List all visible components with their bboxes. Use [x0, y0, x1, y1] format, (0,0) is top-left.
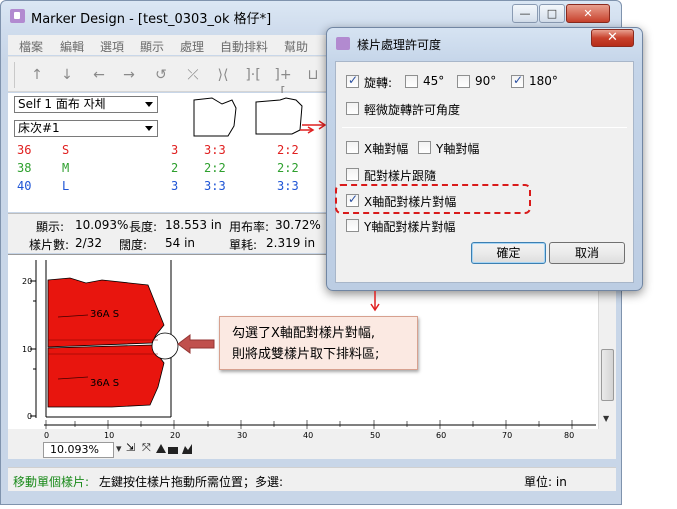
callout-arrow-icon: [177, 334, 215, 354]
deg90-checkbox[interactable]: [457, 75, 470, 88]
deg45-checkbox[interactable]: [405, 75, 418, 88]
rotate-checkbox[interactable]: [346, 73, 359, 88]
ok-button[interactable]: 確定: [471, 242, 546, 264]
x-align-checkbox[interactable]: [346, 141, 359, 154]
deg90-label: 90°: [475, 74, 497, 88]
terrain-icon[interactable]: [182, 444, 192, 454]
piece-label: 36A S: [90, 309, 119, 320]
cancel-button[interactable]: 取消: [549, 242, 625, 264]
flip-horizontal-icon[interactable]: ⟩⟨: [214, 66, 232, 84]
callout-note: 勾選了X軸配對樣片對幅, 則將成雙樣片取下排料區;: [219, 316, 418, 370]
y-align-checkbox[interactable]: [418, 141, 431, 154]
chevron-down-icon: [145, 102, 153, 107]
mountain-icon[interactable]: [168, 447, 178, 454]
flip-vertical-icon[interactable]: ⤫: [184, 66, 202, 84]
arrow-right-icon[interactable]: →: [120, 66, 138, 84]
unit-label: 單位: in: [524, 475, 567, 489]
status-bar: 移動單個樣片: 左鍵按住樣片拖動所需位置；多選: 單位: in: [8, 467, 616, 491]
piece-label: 36A S: [90, 378, 119, 389]
scroll-down-icon[interactable]: ▼: [603, 414, 609, 423]
status-hint-text: 左鍵按住樣片拖動所需位置；多選:: [99, 475, 284, 489]
svg-text:60: 60: [436, 431, 446, 440]
menu-file[interactable]: 檔案: [19, 38, 43, 55]
dialog-app-icon: [336, 37, 350, 50]
svg-text:50: 50: [370, 431, 380, 440]
window-title: Marker Design - [test_0303_ok 格仔*]: [31, 12, 272, 27]
ruler-v-label: 10: [22, 345, 32, 354]
menu-auto-nest[interactable]: 自動排料: [220, 38, 268, 55]
shape-icon[interactable]: [156, 444, 166, 453]
svg-text:30: 30: [237, 431, 247, 440]
fabric-select[interactable]: Self 1 面布 자체: [14, 96, 158, 113]
chevron-down-icon: [145, 126, 153, 131]
pair-follow-checkbox[interactable]: [346, 168, 359, 181]
bracket-icon[interactable]: ]·[: [244, 66, 262, 84]
zoom-field[interactable]: 10.093%: [43, 442, 114, 458]
length-label: 長度:: [129, 220, 158, 234]
y-align-label: Y軸對幅: [436, 142, 480, 156]
status-hint-label: 移動單個樣片:: [13, 475, 90, 489]
x-align-label: X軸對幅: [364, 142, 409, 156]
zoom-arrow-icon[interactable]: ▾: [116, 442, 122, 455]
y-pair-align-checkbox[interactable]: [346, 219, 359, 232]
menu-help[interactable]: 幫助: [284, 38, 308, 55]
maximize-button[interactable]: □: [539, 4, 565, 23]
divider: [342, 127, 627, 128]
bed-select[interactable]: 床次#1: [14, 120, 158, 137]
y-pair-align-label: Y軸配對樣片對幅: [364, 220, 456, 234]
pieces-label: 樣片數:: [29, 238, 70, 252]
svg-text:10: 10: [104, 431, 114, 440]
length-value: 18.553 in: [165, 218, 222, 232]
dialog-close-button[interactable]: ✕: [591, 29, 634, 47]
dialog-title[interactable]: 樣片處理許可度: [357, 36, 441, 53]
usage-value: 30.72%: [275, 218, 321, 232]
svg-text:70: 70: [502, 431, 512, 440]
callout-line: 則將成雙樣片取下排料區;: [232, 347, 380, 362]
display-value: 10.093%: [75, 218, 129, 232]
down-arrow: [370, 291, 380, 312]
display-label: 顯示:: [36, 220, 65, 234]
svg-text:0: 0: [44, 431, 49, 440]
arrow-left-icon[interactable]: ←: [90, 66, 108, 84]
dialog-body: 旋轉: 45° 90° 180° 輕微旋轉許可角度 X軸對幅 Y軸對幅 配對樣片…: [335, 61, 634, 283]
consumption-value: 2.319 in: [266, 236, 316, 250]
pair-follow-label: 配對樣片跟隨: [364, 169, 437, 183]
menu-edit[interactable]: 編輯: [60, 38, 84, 55]
ruler-v-label: 20: [22, 277, 32, 286]
window-close-button[interactable]: ✕: [566, 4, 610, 23]
svg-text:80: 80: [564, 431, 574, 440]
fit-all-icon[interactable]: ⤧: [142, 441, 151, 455]
horizontal-ruler-labels: 0 10 20 30 40 50 60 70 80: [44, 431, 574, 440]
pieces-value: 2/32: [75, 236, 102, 250]
piece-permission-dialog: 樣片處理許可度 ✕ 旋轉: 45° 90° 180° 輕微旋轉許可角度 X軸對幅…: [326, 27, 643, 291]
deg45-label: 45°: [423, 74, 445, 88]
bracket-fold-icon[interactable]: ⊔: [304, 66, 322, 84]
width-label: 闊度:: [119, 238, 148, 252]
svg-text:40: 40: [303, 431, 313, 440]
width-value: 54 in: [165, 236, 196, 250]
horizontal-ruler-bar: 0 10 20 30 40 50 60 70 80 10.093% ▾ ⇲ ⤧: [8, 429, 616, 459]
consumption-label: 單耗:: [229, 238, 258, 252]
callout-line: 勾選了X軸配對樣片對幅,: [232, 326, 376, 341]
arrow-down-icon[interactable]: ↓: [58, 66, 76, 84]
app-icon: [10, 9, 25, 23]
ruler-v-label: 0: [27, 412, 32, 421]
minimize-button[interactable]: —: [512, 4, 538, 23]
bracket-plus-icon[interactable]: ]+[: [274, 66, 292, 101]
fit-width-icon[interactable]: ⇲: [126, 441, 135, 454]
slight-rotate-checkbox[interactable]: [346, 102, 359, 115]
menu-view[interactable]: 顯示: [140, 38, 164, 55]
rotate-icon[interactable]: ↺: [152, 66, 170, 84]
menu-options[interactable]: 選項: [100, 38, 124, 55]
deg180-checkbox[interactable]: [511, 73, 524, 88]
usage-label: 用布率:: [229, 220, 270, 234]
arrow-up-icon[interactable]: ↑: [28, 66, 46, 84]
slight-rotate-label: 輕微旋轉許可角度: [364, 103, 461, 117]
highlight-box: [335, 184, 531, 214]
menu-process[interactable]: 處理: [180, 38, 204, 55]
svg-text:20: 20: [170, 431, 180, 440]
deg180-label: 180°: [529, 74, 558, 88]
rotate-label: 旋轉:: [364, 76, 393, 90]
